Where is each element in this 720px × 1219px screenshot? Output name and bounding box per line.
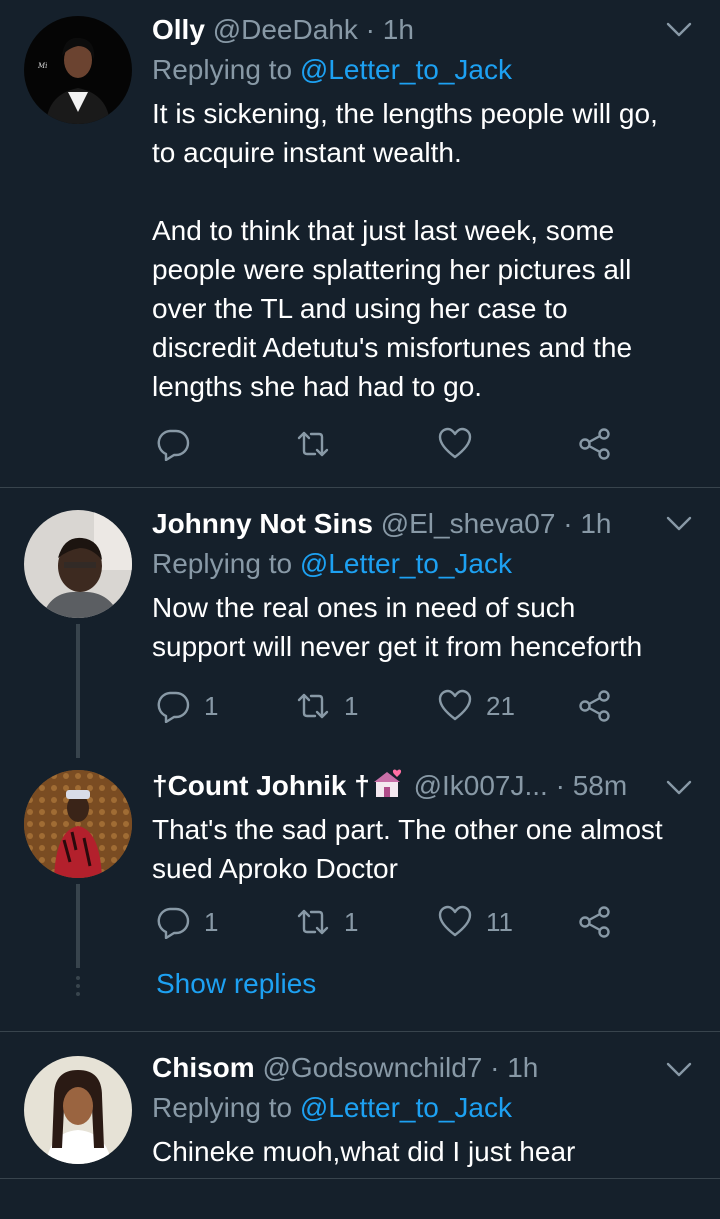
reply-button[interactable]	[156, 424, 204, 464]
avatar[interactable]	[24, 1056, 132, 1164]
bottom-bar	[0, 1178, 720, 1219]
user-handle[interactable]: @Ik007J...	[414, 770, 548, 801]
reply-button[interactable]: 1	[156, 686, 218, 726]
retweet-count: 1	[344, 906, 359, 937]
user-handle[interactable]: @El_sheva07	[381, 508, 556, 539]
tweet-chisom[interactable]: Chisom @Godsownchild7 · 1h Replying to @…	[0, 1032, 720, 1178]
like-button[interactable]: 21	[438, 686, 515, 726]
mention-link[interactable]: @Letter_to_Jack	[300, 54, 512, 85]
retweet-icon	[297, 431, 329, 457]
retweet-count: 1	[344, 690, 359, 721]
tweet-header: Johnny Not Sins @El_sheva07 · 1h	[152, 506, 700, 542]
tweet-olly[interactable]: Mi Olly @DeeDahk · 1h Replying to @Lette…	[0, 0, 720, 487]
replying-to-label: Replying to	[152, 1092, 300, 1123]
share-button[interactable]	[578, 902, 612, 942]
tweet-text: Chineke muoh,what did I just hear	[152, 1136, 576, 1167]
timestamp: · 58m	[555, 770, 628, 801]
user-handle[interactable]: @Godsownchild7	[262, 1052, 482, 1083]
like-icon	[438, 427, 472, 459]
replying-to-label: Replying to	[152, 548, 300, 579]
tweet-header: Chisom @Godsownchild7 · 1h	[152, 1050, 700, 1086]
thread-dot	[76, 984, 80, 988]
tweet-header: Olly @DeeDahk · 1h	[152, 12, 700, 48]
thread-line	[76, 624, 80, 758]
like-count: 21	[486, 690, 515, 721]
replying-to-label: Replying to	[152, 54, 300, 85]
like-icon	[438, 905, 472, 937]
timestamp: · 1h	[490, 1052, 539, 1083]
thread-dot	[76, 992, 80, 996]
reply-button[interactable]: 1	[156, 902, 218, 942]
show-replies-link[interactable]: Show replies	[156, 968, 316, 1000]
thread-dot	[76, 976, 80, 980]
timestamp: · 1h	[365, 14, 414, 45]
display-name[interactable]: Chisom	[152, 1052, 255, 1083]
display-name[interactable]: †Count Johnik †	[152, 770, 370, 801]
tweet-count-johnik[interactable]: †Count Johnik † @Ik007J... · 58m That's …	[0, 758, 720, 1031]
user-handle[interactable]: @DeeDahk	[213, 14, 358, 45]
avatar[interactable]	[24, 510, 132, 618]
tweet-text: That's the sad part. The other one almos…	[152, 814, 663, 884]
replying-to: Replying to @Letter_to_Jack	[152, 50, 700, 90]
wedding-chapel-emoji	[370, 769, 406, 808]
retweet-icon	[297, 693, 329, 719]
reply-icon	[157, 907, 190, 939]
share-icon	[579, 690, 610, 722]
share-icon	[579, 906, 610, 938]
share-button[interactable]	[578, 424, 612, 464]
tweet-text: It is sickening, the lengths people will…	[152, 98, 658, 402]
tweet-johnny[interactable]: Johnny Not Sins @El_sheva07 · 1h Replyin…	[0, 488, 720, 758]
timestamp: · 1h	[563, 508, 612, 539]
like-button[interactable]: 11	[438, 902, 513, 942]
display-name[interactable]: Johnny Not Sins	[152, 508, 373, 539]
replying-to: Replying to @Letter_to_Jack	[152, 1088, 700, 1128]
avatar[interactable]: Mi	[24, 16, 132, 124]
tweet-text: Now the real ones in need of such suppor…	[152, 592, 643, 662]
like-count: 11	[486, 906, 513, 937]
reply-icon	[157, 429, 190, 461]
mention-link[interactable]: @Letter_to_Jack	[300, 1092, 512, 1123]
replying-to: Replying to @Letter_to_Jack	[152, 544, 700, 584]
like-icon	[438, 689, 472, 721]
retweet-button[interactable]: 1	[296, 686, 358, 726]
mention-link[interactable]: @Letter_to_Jack	[300, 548, 512, 579]
reply-icon	[157, 691, 190, 723]
reply-count: 1	[204, 690, 219, 721]
svg-text:Mi: Mi	[37, 62, 47, 70]
retweet-button[interactable]	[296, 424, 344, 464]
thread-line	[76, 884, 80, 968]
tweet-header: †Count Johnik † @Ik007J... · 58m	[152, 768, 700, 808]
display-name[interactable]: Olly	[152, 14, 205, 45]
reply-count: 1	[204, 906, 219, 937]
like-button[interactable]	[438, 424, 486, 464]
avatar[interactable]	[24, 770, 132, 878]
share-button[interactable]	[578, 686, 612, 726]
retweet-icon	[297, 909, 329, 935]
share-icon	[579, 428, 610, 460]
retweet-button[interactable]: 1	[296, 902, 358, 942]
